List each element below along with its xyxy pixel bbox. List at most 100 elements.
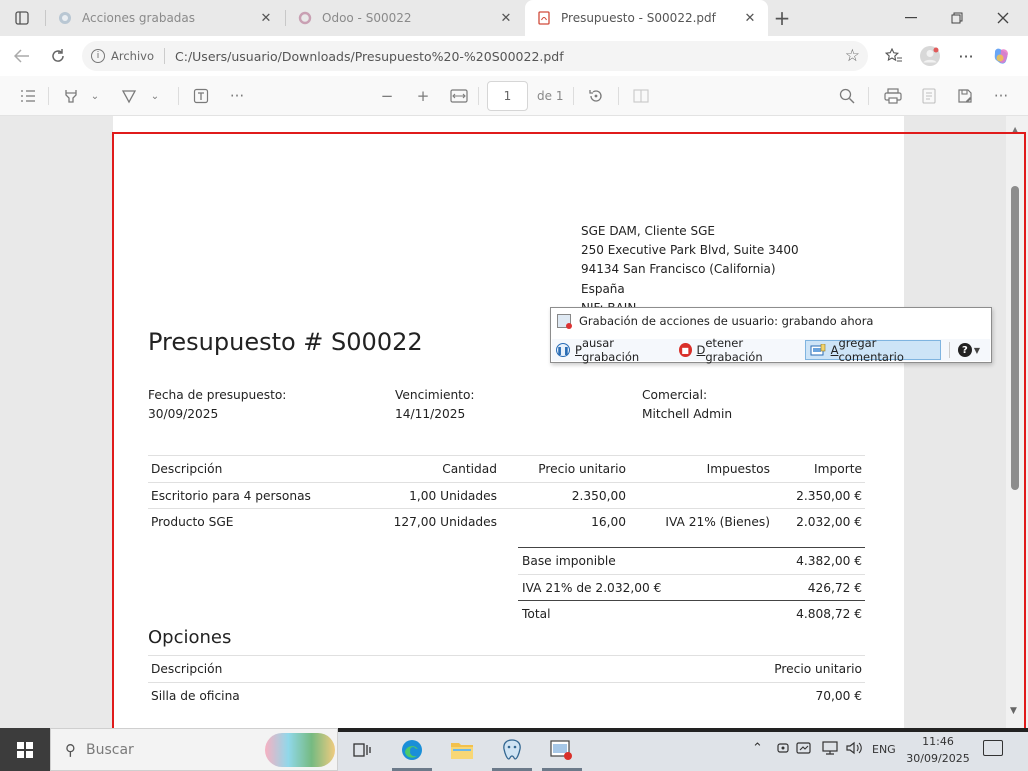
help-button[interactable]: ? ▼ (954, 340, 986, 360)
notifications-icon[interactable] (983, 740, 1003, 756)
profile-avatar[interactable] (918, 44, 942, 68)
more-options-icon[interactable]: ··· (990, 86, 1012, 106)
steps-recorder-icon[interactable] (548, 736, 576, 764)
close-tab-icon[interactable]: ✕ (256, 11, 276, 26)
refresh-icon[interactable] (46, 44, 70, 68)
scroll-down-icon[interactable]: ▼ (1010, 706, 1017, 716)
text-box-icon[interactable] (190, 86, 212, 106)
edge-icon[interactable] (398, 736, 426, 764)
pause-recording-button[interactable]: ❚❚ Pausar grabación (552, 336, 671, 364)
restore-icon[interactable] (934, 0, 980, 36)
column-header: Cantidad (442, 462, 497, 476)
more-tools-icon[interactable]: ··· (226, 86, 248, 106)
minimize-icon[interactable] (888, 0, 934, 36)
teams-meet-icon[interactable] (776, 741, 790, 759)
pdf-icon (537, 11, 551, 25)
table-cell: Silla de oficina (151, 689, 240, 703)
windows-logo-icon (17, 741, 33, 758)
info-icon[interactable]: i (91, 49, 105, 63)
tab-presupuesto-pdf[interactable]: Presupuesto - S00022.pdf ✕ (525, 0, 768, 36)
page-number-input[interactable]: 1 (487, 81, 528, 111)
stop-recording-button[interactable]: ■ Detener grabación (675, 336, 801, 364)
zoom-out-icon[interactable]: − (376, 86, 398, 106)
find-icon[interactable] (836, 86, 858, 106)
tab-strip: Acciones grabadas ✕ Odoo - S00022 ✕ Pres… (0, 0, 1028, 36)
table-cell: 1,00 Unidades (409, 489, 497, 503)
page-view-icon[interactable] (630, 86, 652, 106)
close-window-icon[interactable] (980, 0, 1026, 36)
info-quotation-date: Fecha de presupuesto: 30/09/2025 (148, 386, 286, 424)
taskbar-clock[interactable]: 11:46 30/09/2025 (900, 733, 976, 767)
stop-icon: ■ (678, 343, 692, 357)
help-dropdown-icon[interactable]: ▼ (974, 346, 980, 355)
volume-icon[interactable] (846, 741, 862, 759)
address-url[interactable]: C:/Users/usuario/Downloads/Presupuesto%2… (175, 49, 564, 64)
reading-view-icon[interactable] (918, 86, 940, 106)
address-line: España (581, 281, 625, 296)
page-count: de 1 (537, 89, 564, 103)
new-tab-button[interactable]: + (768, 0, 796, 36)
favorites-icon[interactable] (882, 44, 906, 68)
customer-address: SGE DAM, Cliente SGE 250 Executive Park … (581, 222, 799, 318)
address-bar[interactable]: i Archivo C:/Users/usuario/Downloads/Pre… (82, 41, 868, 71)
close-tab-icon[interactable]: ✕ (740, 11, 760, 26)
edge-page-icon (58, 11, 72, 25)
column-header: Importe (814, 462, 862, 476)
table-cell: Escritorio para 4 personas (151, 489, 311, 503)
table-cell: 127,00 Unidades (393, 515, 497, 529)
totals-label: Base imponible (522, 554, 616, 568)
zoom-in-icon[interactable]: + (412, 86, 434, 106)
table-cell: 70,00 € (815, 689, 862, 703)
cloud-sync-icon[interactable] (796, 741, 812, 759)
back-arrow-icon[interactable] (10, 44, 34, 68)
windows-taskbar: ⚲ Buscar ⌃ ENG 11:46 30/09/2025 (0, 728, 1028, 771)
address-line: 250 Executive Park Blvd, Suite 3400 (581, 243, 799, 258)
help-icon: ? (957, 343, 972, 357)
scrollbar-thumb[interactable] (1011, 186, 1019, 490)
start-button[interactable] (0, 728, 50, 771)
favorite-star-icon[interactable]: ☆ (845, 46, 860, 66)
info-label: Vencimiento: (395, 388, 475, 402)
file-explorer-icon[interactable] (448, 736, 476, 764)
totals-value: 4.382,00 € (796, 554, 862, 568)
show-hidden-icons-icon[interactable]: ⌃ (752, 741, 763, 756)
column-header: Descripción (151, 662, 223, 676)
tab-acciones-grabadas[interactable]: Acciones grabadas ✕ (46, 0, 284, 36)
column-header: Precio unitario (538, 462, 626, 476)
search-icon: ⚲ (65, 740, 76, 759)
table-cell: 2.350,00 (571, 489, 626, 503)
search-highlight-image[interactable] (265, 733, 335, 767)
comment-icon (810, 343, 826, 357)
fit-page-icon[interactable] (448, 86, 470, 106)
tab-label: Acciones grabadas (82, 11, 196, 25)
highlight-icon[interactable] (60, 86, 82, 106)
table-of-contents-icon[interactable] (18, 86, 38, 106)
pgadmin-icon[interactable] (498, 736, 526, 764)
search-placeholder: Buscar (86, 741, 134, 758)
network-icon[interactable] (822, 741, 838, 759)
copilot-icon[interactable] (990, 44, 1014, 68)
pdf-toolbar: ⌄ ⌄ ··· − + 1 de 1 ··· (0, 76, 1028, 116)
info-label: Fecha de presupuesto: (148, 388, 287, 402)
input-language[interactable]: ENG (872, 743, 896, 756)
quotation-title: Presupuesto # S00022 (148, 328, 423, 356)
recorder-icon (557, 314, 572, 329)
print-icon[interactable] (882, 86, 904, 106)
add-comment-button[interactable]: Agregar comentario (804, 336, 941, 364)
save-as-icon[interactable] (954, 86, 976, 106)
address-line: 94134 San Francisco (California) (581, 262, 776, 277)
recorder-status: Grabación de acciones de usuario: graban… (557, 314, 873, 329)
task-view-icon[interactable] (348, 736, 376, 764)
draw-dropdown-icon[interactable]: ⌄ (148, 86, 162, 106)
draw-icon[interactable] (118, 86, 140, 106)
close-tab-icon[interactable]: ✕ (496, 11, 516, 26)
tab-odoo[interactable]: Odoo - S00022 ✕ (286, 0, 524, 36)
settings-more-icon[interactable]: ··· (954, 44, 978, 68)
rotate-icon[interactable] (585, 86, 607, 106)
odoo-icon (298, 11, 312, 25)
address-scheme: Archivo (111, 49, 154, 63)
tab-label: Presupuesto - S00022.pdf (561, 11, 716, 25)
scroll-up-icon[interactable]: ▲ (1012, 125, 1018, 134)
highlight-dropdown-icon[interactable]: ⌄ (88, 86, 102, 106)
tab-actions-icon[interactable] (0, 0, 44, 36)
